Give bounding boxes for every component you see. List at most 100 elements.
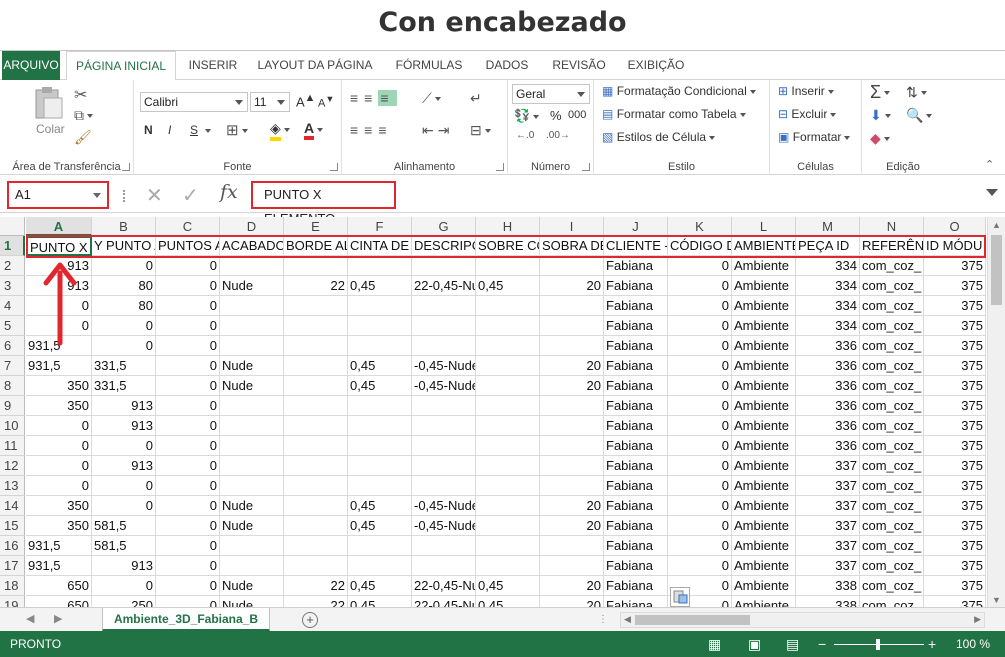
header-cell[interactable]: CLIENTE - [604,236,668,256]
table-cell[interactable]: 931,5 [26,556,92,576]
table-cell[interactable]: 80 [92,276,156,296]
table-cell[interactable]: 375 [924,536,986,556]
table-cell[interactable]: Ambiente [732,396,796,416]
table-cell[interactable]: 375 [924,416,986,436]
expand-formula-bar-icon[interactable] [986,189,998,196]
table-cell[interactable]: 0 [92,476,156,496]
table-cell[interactable]: 337 [796,476,860,496]
table-cell[interactable]: com_coz_ [860,496,924,516]
table-cell[interactable]: 0 [668,316,732,336]
table-cell[interactable]: Ambiente [732,296,796,316]
table-cell[interactable]: com_coz_ [860,336,924,356]
table-cell[interactable] [540,256,604,276]
table-cell[interactable]: 0 [92,336,156,356]
table-cell[interactable] [220,256,284,276]
tab-file[interactable]: ARQUIVO [2,51,60,80]
scroll-down-icon[interactable]: ▼ [992,595,1001,605]
row-header[interactable]: 16 [0,536,25,556]
table-cell[interactable] [284,416,348,436]
table-cell[interactable] [348,416,412,436]
table-cell[interactable]: Fabiana [604,356,668,376]
column-header-m[interactable]: M [796,217,860,236]
row-header[interactable]: 12 [0,456,25,476]
table-cell[interactable]: 0 [156,416,220,436]
table-cell[interactable] [348,456,412,476]
table-cell[interactable]: 20 [540,596,604,607]
table-cell[interactable] [412,556,476,576]
table-cell[interactable] [540,416,604,436]
table-cell[interactable]: 0 [156,536,220,556]
table-cell[interactable]: 0 [26,476,92,496]
table-cell[interactable] [284,256,348,276]
thousands-button[interactable]: 000 [568,109,586,121]
font-size-select[interactable]: 11 [250,92,290,112]
orientation-icon[interactable]: ⟋ [422,90,441,107]
table-cell[interactable]: Fabiana [604,316,668,336]
table-cell[interactable] [284,376,348,396]
table-cell[interactable]: 0 [668,256,732,276]
table-cell[interactable] [540,396,604,416]
table-cell[interactable]: 350 [26,516,92,536]
table-cell[interactable]: 0,45 [476,596,540,607]
table-cell[interactable]: 0,45 [476,576,540,596]
table-cell[interactable] [476,496,540,516]
bold-button[interactable]: N [144,123,153,137]
table-cell[interactable]: 913 [92,456,156,476]
table-cell[interactable]: Nude [220,276,284,296]
table-cell[interactable] [220,316,284,336]
table-cell[interactable]: 0 [156,376,220,396]
row-header[interactable]: 10 [0,416,25,436]
table-cell[interactable] [476,416,540,436]
table-cell[interactable]: Fabiana [604,396,668,416]
table-cell[interactable]: 22-0,45-Nu [412,596,476,607]
font-launcher-icon[interactable] [330,163,338,171]
table-cell[interactable]: 0 [92,436,156,456]
table-cell[interactable]: Fabiana [604,416,668,436]
table-cell[interactable]: 0 [156,256,220,276]
table-cell[interactable]: 375 [924,336,986,356]
sheet-tab-active[interactable]: Ambiente_3D_Fabiana_B [102,608,270,632]
table-cell[interactable]: Fabiana [604,436,668,456]
row-header[interactable]: 9 [0,396,25,416]
table-cell[interactable]: com_coz_ [860,296,924,316]
decrease-decimal-icon[interactable]: .00→ [546,130,570,141]
table-cell[interactable]: 0 [92,576,156,596]
table-cell[interactable]: Fabiana [604,276,668,296]
column-header-g[interactable]: G [412,217,476,236]
table-cell[interactable]: Fabiana [604,256,668,276]
table-cell[interactable]: 22 [284,596,348,607]
table-cell[interactable]: Ambiente [732,376,796,396]
table-cell[interactable]: 0 [156,496,220,516]
conditional-formatting-button[interactable]: ▦ Formatação Condicional [602,84,756,98]
copy-icon[interactable]: ⧉ [74,107,93,124]
table-cell[interactable]: 20 [540,496,604,516]
percent-button[interactable]: % [550,108,562,123]
table-cell[interactable]: Fabiana [604,376,668,396]
header-cell[interactable]: PUNTOS A [156,236,220,256]
header-cell[interactable]: DESCRIPCI [412,236,476,256]
table-cell[interactable]: 0 [668,376,732,396]
table-cell[interactable]: 334 [796,256,860,276]
table-cell[interactable]: 80 [92,296,156,316]
table-cell[interactable] [412,536,476,556]
table-cell[interactable]: 0 [156,316,220,336]
horizontal-scroll-thumb[interactable] [635,615,750,625]
table-cell[interactable] [540,316,604,336]
table-cell[interactable]: 22 [284,276,348,296]
table-cell[interactable]: Fabiana [604,516,668,536]
table-cell[interactable]: 931,5 [26,356,92,376]
table-cell[interactable]: Ambiente [732,436,796,456]
table-cell[interactable]: 0 [26,436,92,456]
table-cell[interactable]: 20 [540,356,604,376]
row-header[interactable]: 2 [0,256,25,276]
row-header[interactable]: 6 [0,336,25,356]
table-cell[interactable]: Ambiente [732,336,796,356]
table-cell[interactable] [220,396,284,416]
table-cell[interactable]: 375 [924,296,986,316]
table-cell[interactable] [476,536,540,556]
row-header[interactable]: 19 [0,596,25,607]
alignment-launcher-icon[interactable] [496,163,504,171]
table-cell[interactable]: 931,5 [26,536,92,556]
table-cell[interactable]: 375 [924,356,986,376]
table-cell[interactable] [476,456,540,476]
